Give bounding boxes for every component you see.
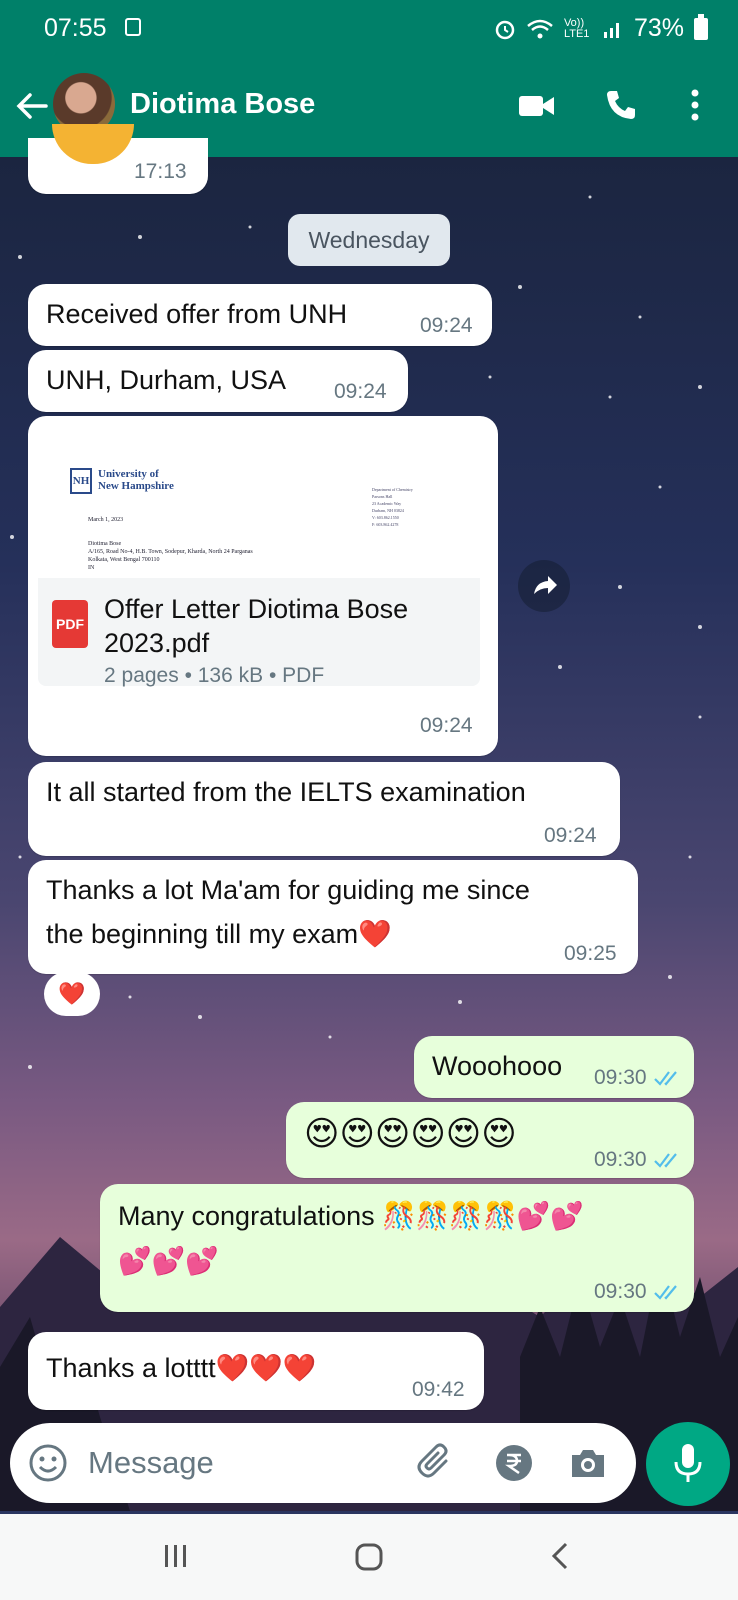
document-preview[interactable]: NH University of New Hampshire March 1, … (38, 426, 480, 578)
address-line: IN (88, 565, 95, 571)
video-call-icon[interactable] (518, 92, 556, 120)
message-bubble-incoming[interactable]: Thanks a lotttt❤️❤️❤️ 09:42 (28, 1332, 484, 1410)
unh-logo: NH (70, 468, 92, 494)
back-icon[interactable] (548, 1540, 572, 1572)
voice-call-icon[interactable] (604, 88, 638, 122)
voice-message-button[interactable] (646, 1422, 730, 1506)
message-time: 09:24 (420, 314, 473, 337)
double-check-read-icon (653, 1153, 677, 1169)
message-bubble-incoming[interactable]: Received offer from UNH 09:24 (28, 284, 492, 346)
recent-apps-icon[interactable] (162, 1542, 190, 1570)
message-text: Thanks a lotttt❤️❤️❤️ (46, 1353, 317, 1383)
message-status: 09:30 (594, 1066, 683, 1090)
message-time: 09:42 (412, 1378, 465, 1401)
system-navigation-bar (0, 1514, 738, 1600)
message-text: 💕💕💕 (118, 1246, 219, 1277)
back-arrow-icon[interactable] (12, 84, 52, 128)
university-line2: New Hampshire (98, 480, 174, 492)
alarm-icon (495, 20, 515, 39)
document-meta: 2 pages • 136 kB • PDF (104, 664, 325, 687)
dept-fax: F: 603.862.4278 (372, 522, 399, 527)
message-time: 09:30 (594, 1148, 647, 1171)
message-bubble-incoming[interactable]: UNH, Durham, USA 09:24 (28, 350, 408, 412)
emoji-icon[interactable] (28, 1443, 68, 1483)
address-line: Kolkata, West Bengal 700110 (88, 557, 160, 563)
notification-icon (125, 18, 141, 36)
message-text: Received offer from UNH (46, 299, 348, 329)
message-text: UNH, Durham, USA (46, 365, 287, 395)
wifi-icon (527, 19, 553, 38)
message-text: Thanks a lot Ma'am for guiding me since (46, 875, 530, 905)
forward-button[interactable] (518, 560, 570, 612)
more-options-icon[interactable] (690, 88, 700, 122)
message-text: 😍😍😍😍😍😍 (304, 1114, 517, 1154)
dept-line: 23 Academic Way (372, 501, 402, 506)
message-status: 09:30 (594, 1148, 683, 1172)
message-input[interactable]: Message (88, 1445, 214, 1481)
university-line1: University of (98, 468, 159, 480)
message-text: Many congratulations 🎊🎊🎊🎊💕💕 (118, 1201, 584, 1231)
dept-line: Parsons Hall (372, 494, 393, 499)
message-bubble-incoming[interactable]: 17:13 (28, 124, 208, 194)
message-bubble-outgoing[interactable]: Wooohooo 09:30 (414, 1036, 694, 1098)
contact-name[interactable]: Diotima Bose (130, 88, 315, 121)
message-bubble-incoming[interactable]: It all started from the IELTS examinatio… (28, 762, 620, 856)
dept-line: Department of Chemistry (372, 487, 413, 492)
message-time: 09:24 (420, 714, 473, 737)
document-file-name: 2023.pdf (104, 628, 210, 658)
document-file-info[interactable]: PDF Offer Letter Diotima Bose 2023.pdf 2… (38, 578, 480, 687)
date-chip: Wednesday (288, 214, 450, 266)
message-input-bar: Message (10, 1423, 636, 1503)
letter-date: March 1, 2023 (88, 517, 124, 523)
message-bubble-incoming[interactable]: Thanks a lot Ma'am for guiding me since … (28, 860, 638, 974)
message-time: 09:24 (334, 380, 387, 403)
message-text: Wooohooo (432, 1051, 563, 1081)
message-time: 09:30 (594, 1066, 647, 1089)
dept-line: Durham, NH 03824 (372, 508, 404, 513)
document-message[interactable]: NH University of New Hampshire March 1, … (28, 416, 498, 756)
signal-icon (603, 22, 619, 38)
message-time: 09:30 (594, 1280, 647, 1303)
payment-rupee-icon[interactable] (494, 1443, 534, 1483)
message-text: It all started from the IELTS examinatio… (46, 777, 526, 807)
address-line: A/165, Road No-4, H.B. Town, Sodepur, Kh… (88, 549, 253, 555)
battery-percent: 73% (633, 14, 684, 42)
attach-icon[interactable] (416, 1443, 456, 1483)
emoji-sticker (52, 124, 134, 164)
double-check-read-icon (653, 1285, 677, 1301)
status-time: 07:55 (44, 14, 107, 42)
battery-icon (694, 13, 708, 40)
network-label: Vo)) LTE1 (563, 16, 590, 40)
camera-icon[interactable] (568, 1445, 608, 1481)
forward-icon (534, 576, 557, 594)
reaction-badge[interactable]: ❤️ (44, 972, 100, 1016)
address-line: Diotima Bose (88, 541, 122, 547)
message-time: 17:13 (134, 160, 187, 183)
message-text: the beginning till my exam❤️ (46, 919, 392, 949)
microphone-icon (674, 1444, 702, 1482)
status-bar: 07:55 Vo)) LTE1 73% (0, 0, 738, 58)
document-file-name: Offer Letter Diotima Bose (104, 594, 409, 624)
message-time: 09:24 (544, 824, 597, 847)
message-bubble-outgoing[interactable]: Many congratulations 🎊🎊🎊🎊💕💕 💕💕💕 09:30 (100, 1184, 694, 1312)
pdf-icon: PDF (52, 600, 88, 648)
double-check-read-icon (653, 1071, 677, 1087)
message-bubble-outgoing[interactable]: 😍😍😍😍😍😍 09:30 (286, 1102, 694, 1178)
dept-phone: V: 603.862.1550 (372, 515, 399, 520)
message-time: 09:25 (564, 942, 617, 965)
home-icon[interactable] (354, 1542, 384, 1572)
message-status: 09:30 (594, 1280, 683, 1304)
